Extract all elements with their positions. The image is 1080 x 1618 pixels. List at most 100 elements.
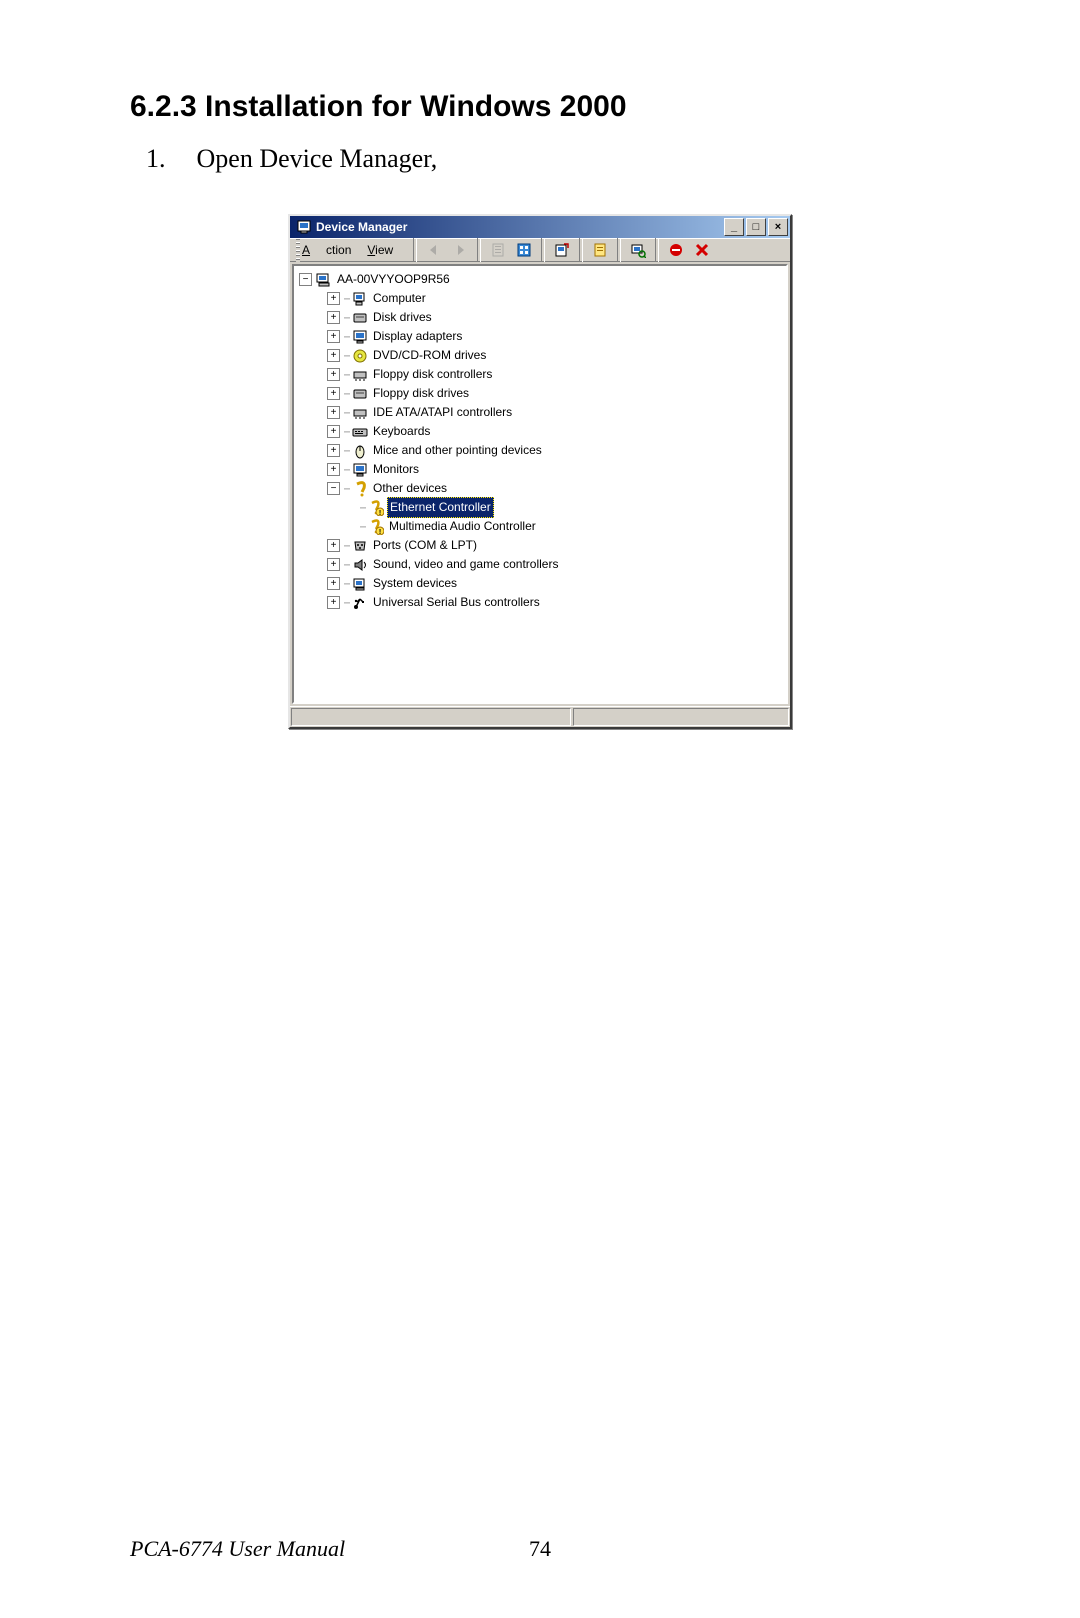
question-icon: [352, 481, 368, 497]
cdrom-icon: [352, 348, 368, 364]
svg-text:!: !: [379, 510, 381, 516]
expand-icon[interactable]: +: [327, 292, 340, 305]
tree-item[interactable]: +···Floppy disk drives: [296, 384, 784, 403]
tree-line: ···: [359, 517, 365, 536]
keyboard-icon: [352, 424, 368, 440]
tree-root[interactable]: −AA-00VYYOOP9R56: [296, 270, 784, 289]
tree-label: Floppy disk drives: [371, 384, 471, 403]
expand-icon[interactable]: +: [327, 387, 340, 400]
step-number: 1.: [146, 144, 190, 174]
expand-icon[interactable]: +: [327, 311, 340, 324]
port-icon: [352, 538, 368, 554]
computer-root-icon: [316, 272, 332, 288]
controller-icon: [352, 405, 368, 421]
expand-icon[interactable]: +: [327, 406, 340, 419]
tree-line: ···: [343, 346, 349, 365]
tree-line: ···: [343, 365, 349, 384]
expand-icon[interactable]: +: [327, 558, 340, 571]
menu-view[interactable]: View: [367, 243, 393, 257]
mouse-icon: [352, 443, 368, 459]
tree-item[interactable]: +···IDE ATA/ATAPI controllers: [296, 403, 784, 422]
tree-item[interactable]: +··· DVD/CD-ROM drives: [296, 346, 784, 365]
refresh-icon[interactable]: [550, 238, 574, 262]
tree-label: Disk drives: [371, 308, 434, 327]
window-title: Device Manager: [316, 220, 724, 234]
tree-item[interactable]: +··· Disk drives: [296, 308, 784, 327]
disk-icon: [352, 310, 368, 326]
tree-label: Universal Serial Bus controllers: [371, 593, 542, 612]
tree-item[interactable]: +···Sound, video and game controllers: [296, 555, 784, 574]
disable-icon[interactable]: [664, 238, 688, 262]
tree-item[interactable]: +··· Monitors: [296, 460, 784, 479]
expand-icon[interactable]: +: [327, 596, 340, 609]
tree-label: DVD/CD-ROM drives: [371, 346, 488, 365]
separator: [413, 238, 417, 262]
tree-line: ···: [343, 593, 349, 612]
usb-icon: [352, 595, 368, 611]
expand-icon[interactable]: +: [327, 425, 340, 438]
expand-icon[interactable]: +: [327, 463, 340, 476]
tree-label: Floppy disk controllers: [371, 365, 494, 384]
tree-line: ···: [343, 308, 349, 327]
collapse-icon[interactable]: −: [327, 482, 340, 495]
expand-icon[interactable]: +: [327, 330, 340, 343]
tree-view[interactable]: −AA-00VYYOOP9R56+···Computer+···Disk dri…: [292, 264, 788, 704]
forward-icon[interactable]: [448, 238, 472, 262]
close-button[interactable]: ×: [768, 218, 788, 236]
tree-item[interactable]: +···Mice and other pointing devices: [296, 441, 784, 460]
title-bar[interactable]: Device Manager _ □ ×: [290, 216, 790, 238]
display-icon: [352, 329, 368, 345]
tree-label: Multimedia Audio Controller: [387, 517, 538, 536]
tree-label: Keyboards: [371, 422, 432, 441]
tree-label: Ports (COM & LPT): [371, 536, 479, 555]
tree-line: ···: [343, 460, 349, 479]
separator: [541, 238, 545, 262]
system-icon: [352, 576, 368, 592]
tree-label: System devices: [371, 574, 459, 593]
separator: [655, 238, 659, 262]
status-cell: [573, 708, 789, 726]
tree-line: ···: [343, 289, 349, 308]
tree-item[interactable]: +··· Computer: [296, 289, 784, 308]
tree-item[interactable]: +···Keyboards: [296, 422, 784, 441]
expand-icon[interactable]: +: [327, 368, 340, 381]
tree-label: Display adapters: [371, 327, 464, 346]
tree-line: ···: [343, 403, 349, 422]
grip-icon: [296, 238, 300, 262]
tree-item[interactable]: +···Display adapters: [296, 327, 784, 346]
expand-icon[interactable]: +: [327, 539, 340, 552]
expand-icon[interactable]: +: [327, 577, 340, 590]
svg-text:!: !: [379, 529, 381, 535]
expand-icon[interactable]: +: [327, 444, 340, 457]
show-hidden-icon[interactable]: [512, 238, 536, 262]
collapse-icon[interactable]: −: [299, 273, 312, 286]
tree-line: ···: [343, 574, 349, 593]
tree-line: ···: [359, 498, 365, 517]
tree-line: ···: [343, 536, 349, 555]
tree-item[interactable]: ···! Multimedia Audio Controller: [296, 517, 784, 536]
controller-icon: [352, 367, 368, 383]
tree-item[interactable]: +··· Floppy disk controllers: [296, 365, 784, 384]
menu-action[interactable]: Action: [302, 243, 351, 257]
tree-label: Computer: [371, 289, 428, 308]
tree-item[interactable]: −···Other devices: [296, 479, 784, 498]
computer-icon: [352, 291, 368, 307]
display-icon: [352, 462, 368, 478]
maximize-button[interactable]: □: [746, 218, 766, 236]
tree-label: Monitors: [371, 460, 421, 479]
tree-line: ···: [343, 555, 349, 574]
uninstall-icon[interactable]: [690, 238, 714, 262]
tree-label: Ethernet Controller: [387, 497, 494, 518]
device-manager-window: Device Manager _ □ × Action View: [288, 214, 792, 729]
expand-icon[interactable]: +: [327, 349, 340, 362]
minimize-button[interactable]: _: [724, 218, 744, 236]
back-icon[interactable]: [422, 238, 446, 262]
tree-item[interactable]: ···! Ethernet Controller: [296, 498, 784, 517]
tree-item[interactable]: +··· Universal Serial Bus controllers: [296, 593, 784, 612]
tree-item[interactable]: +··· System devices: [296, 574, 784, 593]
clipboard-icon[interactable]: [486, 238, 510, 262]
app-icon: [296, 219, 312, 235]
scan-hardware-icon[interactable]: [626, 238, 650, 262]
properties-icon[interactable]: [588, 238, 612, 262]
tree-item[interactable]: +··· Ports (COM & LPT): [296, 536, 784, 555]
